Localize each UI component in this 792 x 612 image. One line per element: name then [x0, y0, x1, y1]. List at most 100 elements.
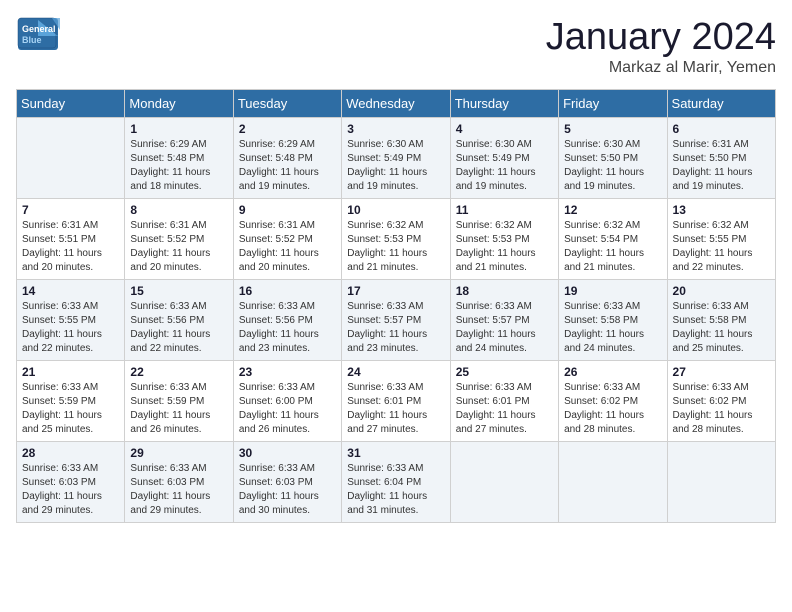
day-number: 10: [347, 203, 444, 217]
day-info: Sunrise: 6:33 AM Sunset: 6:02 PM Dayligh…: [564, 381, 661, 437]
day-info: Sunrise: 6:33 AM Sunset: 6:03 PM Dayligh…: [22, 462, 119, 518]
calendar-cell: 22Sunrise: 6:33 AM Sunset: 5:59 PM Dayli…: [125, 361, 233, 442]
calendar-cell: 12Sunrise: 6:32 AM Sunset: 5:54 PM Dayli…: [559, 199, 667, 280]
calendar-cell: 25 Sunrise: 6:33 AM Sunset: 6:01 PM Dayli…: [450, 361, 558, 442]
day-info: Sunrise: 6:33 AM Sunset: 5:57 PM Dayligh…: [347, 300, 444, 356]
day-number: 26: [564, 365, 661, 379]
calendar-cell: [17, 118, 125, 199]
weekday-header: Wednesday: [342, 90, 450, 118]
calendar-cell: [559, 442, 667, 523]
day-info: Sunrise: 6:33 AM Sunset: 6:02 PM Dayligh…: [673, 381, 770, 437]
calendar-cell: 29 Sunrise: 6:33 AM Sunset: 6:03 PM Dayli…: [125, 442, 233, 523]
calendar-cell: 2Sunrise: 6:29 AM Sunset: 5:48 PM Daylig…: [233, 118, 341, 199]
day-info: Sunrise: 6:31 AM Sunset: 5:52 PM Dayligh…: [239, 219, 336, 275]
day-number: 28: [22, 446, 119, 460]
calendar-cell: 4 Sunrise: 6:30 AM Sunset: 5:49 PM Daylig…: [450, 118, 558, 199]
calendar-week-row: 21 Sunrise: 6:33 AM Sunset: 5:59 PM Dayli…: [17, 361, 776, 442]
weekday-header-row: SundayMondayTuesdayWednesdayThursdayFrid…: [17, 90, 776, 118]
calendar-table: SundayMondayTuesdayWednesdayThursdayFrid…: [16, 89, 776, 523]
day-number: 20: [673, 284, 770, 298]
logo: General Blue: [16, 16, 60, 52]
day-number: 8: [130, 203, 227, 217]
day-info: Sunrise: 6:29 AM Sunset: 5:48 PM Dayligh…: [239, 138, 336, 194]
day-info: Sunrise: 6:33 AM Sunset: 6:01 PM Dayligh…: [456, 381, 553, 437]
day-number: 6: [673, 122, 770, 136]
calendar-cell: 8 Sunrise: 6:31 AM Sunset: 5:52 PM Daylig…: [125, 199, 233, 280]
location-title: Markaz al Marir, Yemen: [546, 59, 776, 77]
weekday-header: Thursday: [450, 90, 558, 118]
calendar-week-row: 14Sunrise: 6:33 AM Sunset: 5:55 PM Dayli…: [17, 280, 776, 361]
day-number: 9: [239, 203, 336, 217]
calendar-cell: 26 Sunrise: 6:33 AM Sunset: 6:02 PM Dayli…: [559, 361, 667, 442]
day-number: 29: [130, 446, 227, 460]
weekday-header: Monday: [125, 90, 233, 118]
calendar-cell: 28 Sunrise: 6:33 AM Sunset: 6:03 PM Dayli…: [17, 442, 125, 523]
day-number: 11: [456, 203, 553, 217]
day-info: Sunrise: 6:31 AM Sunset: 5:52 PM Dayligh…: [130, 219, 227, 275]
day-number: 3: [347, 122, 444, 136]
day-number: 14: [22, 284, 119, 298]
day-info: Sunrise: 6:33 AM Sunset: 6:04 PM Dayligh…: [347, 462, 444, 518]
day-info: Sunrise: 6:32 AM Sunset: 5:55 PM Dayligh…: [673, 219, 770, 275]
day-number: 21: [22, 365, 119, 379]
day-number: 18: [456, 284, 553, 298]
calendar-cell: 11 Sunrise: 6:32 AM Sunset: 5:53 PM Dayli…: [450, 199, 558, 280]
day-number: 4: [456, 122, 553, 136]
calendar-cell: 1 Sunrise: 6:29 AM Sunset: 5:48 PM Daylig…: [125, 118, 233, 199]
calendar-cell: [667, 442, 775, 523]
weekday-header: Sunday: [17, 90, 125, 118]
calendar-cell: 18Sunrise: 6:33 AM Sunset: 5:57 PM Dayli…: [450, 280, 558, 361]
day-number: 1: [130, 122, 227, 136]
day-number: 27: [673, 365, 770, 379]
day-info: Sunrise: 6:32 AM Sunset: 5:53 PM Dayligh…: [347, 219, 444, 275]
day-info: Sunrise: 6:30 AM Sunset: 5:49 PM Dayligh…: [347, 138, 444, 194]
day-info: Sunrise: 6:33 AM Sunset: 6:03 PM Dayligh…: [130, 462, 227, 518]
day-number: 25: [456, 365, 553, 379]
day-info: Sunrise: 6:30 AM Sunset: 5:50 PM Dayligh…: [564, 138, 661, 194]
calendar-cell: 19 Sunrise: 6:33 AM Sunset: 5:58 PM Dayli…: [559, 280, 667, 361]
day-number: 17: [347, 284, 444, 298]
day-info: Sunrise: 6:32 AM Sunset: 5:53 PM Dayligh…: [456, 219, 553, 275]
calendar-week-row: 7 Sunrise: 6:31 AM Sunset: 5:51 PM Daylig…: [17, 199, 776, 280]
day-info: Sunrise: 6:31 AM Sunset: 5:50 PM Dayligh…: [673, 138, 770, 194]
calendar-cell: 13 Sunrise: 6:32 AM Sunset: 5:55 PM Dayli…: [667, 199, 775, 280]
weekday-header: Tuesday: [233, 90, 341, 118]
day-info: Sunrise: 6:33 AM Sunset: 5:59 PM Dayligh…: [22, 381, 119, 437]
day-info: Sunrise: 6:33 AM Sunset: 5:56 PM Dayligh…: [130, 300, 227, 356]
day-info: Sunrise: 6:31 AM Sunset: 5:51 PM Dayligh…: [22, 219, 119, 275]
day-info: Sunrise: 6:33 AM Sunset: 6:01 PM Dayligh…: [347, 381, 444, 437]
calendar-week-row: 1 Sunrise: 6:29 AM Sunset: 5:48 PM Daylig…: [17, 118, 776, 199]
weekday-header: Saturday: [667, 90, 775, 118]
day-number: 24: [347, 365, 444, 379]
svg-text:General: General: [22, 24, 56, 34]
calendar-cell: 10 Sunrise: 6:32 AM Sunset: 5:53 PM Dayli…: [342, 199, 450, 280]
calendar-cell: 30 Sunrise: 6:33 AM Sunset: 6:03 PM Dayli…: [233, 442, 341, 523]
day-info: Sunrise: 6:33 AM Sunset: 5:58 PM Dayligh…: [564, 300, 661, 356]
day-info: Sunrise: 6:29 AM Sunset: 5:48 PM Dayligh…: [130, 138, 227, 194]
calendar-cell: 7 Sunrise: 6:31 AM Sunset: 5:51 PM Daylig…: [17, 199, 125, 280]
calendar-cell: 15 Sunrise: 6:33 AM Sunset: 5:56 PM Dayli…: [125, 280, 233, 361]
day-info: Sunrise: 6:30 AM Sunset: 5:49 PM Dayligh…: [456, 138, 553, 194]
calendar-cell: 31 Sunrise: 6:33 AM Sunset: 6:04 PM Dayli…: [342, 442, 450, 523]
day-info: Sunrise: 6:33 AM Sunset: 6:03 PM Dayligh…: [239, 462, 336, 518]
page-header: General Blue January 2024 Markaz al Mari…: [16, 16, 776, 77]
day-number: 5: [564, 122, 661, 136]
month-title: January 2024: [546, 16, 776, 59]
calendar-cell: 21 Sunrise: 6:33 AM Sunset: 5:59 PM Dayli…: [17, 361, 125, 442]
calendar-cell: 9 Sunrise: 6:31 AM Sunset: 5:52 PM Daylig…: [233, 199, 341, 280]
day-number: 30: [239, 446, 336, 460]
day-number: 13: [673, 203, 770, 217]
calendar-cell: 14Sunrise: 6:33 AM Sunset: 5:55 PM Dayli…: [17, 280, 125, 361]
title-block: January 2024 Markaz al Marir, Yemen: [546, 16, 776, 77]
day-number: 31: [347, 446, 444, 460]
svg-text:Blue: Blue: [22, 35, 42, 45]
calendar-cell: 24 Sunrise: 6:33 AM Sunset: 6:01 PM Dayli…: [342, 361, 450, 442]
day-number: 19: [564, 284, 661, 298]
logo-icon: General Blue: [16, 16, 60, 52]
calendar-cell: 6 Sunrise: 6:31 AM Sunset: 5:50 PM Daylig…: [667, 118, 775, 199]
day-number: 15: [130, 284, 227, 298]
calendar-cell: 17 Sunrise: 6:33 AM Sunset: 5:57 PM Dayli…: [342, 280, 450, 361]
calendar-cell: 3 Sunrise: 6:30 AM Sunset: 5:49 PM Daylig…: [342, 118, 450, 199]
day-number: 7: [22, 203, 119, 217]
calendar-cell: 5 Sunrise: 6:30 AM Sunset: 5:50 PM Daylig…: [559, 118, 667, 199]
